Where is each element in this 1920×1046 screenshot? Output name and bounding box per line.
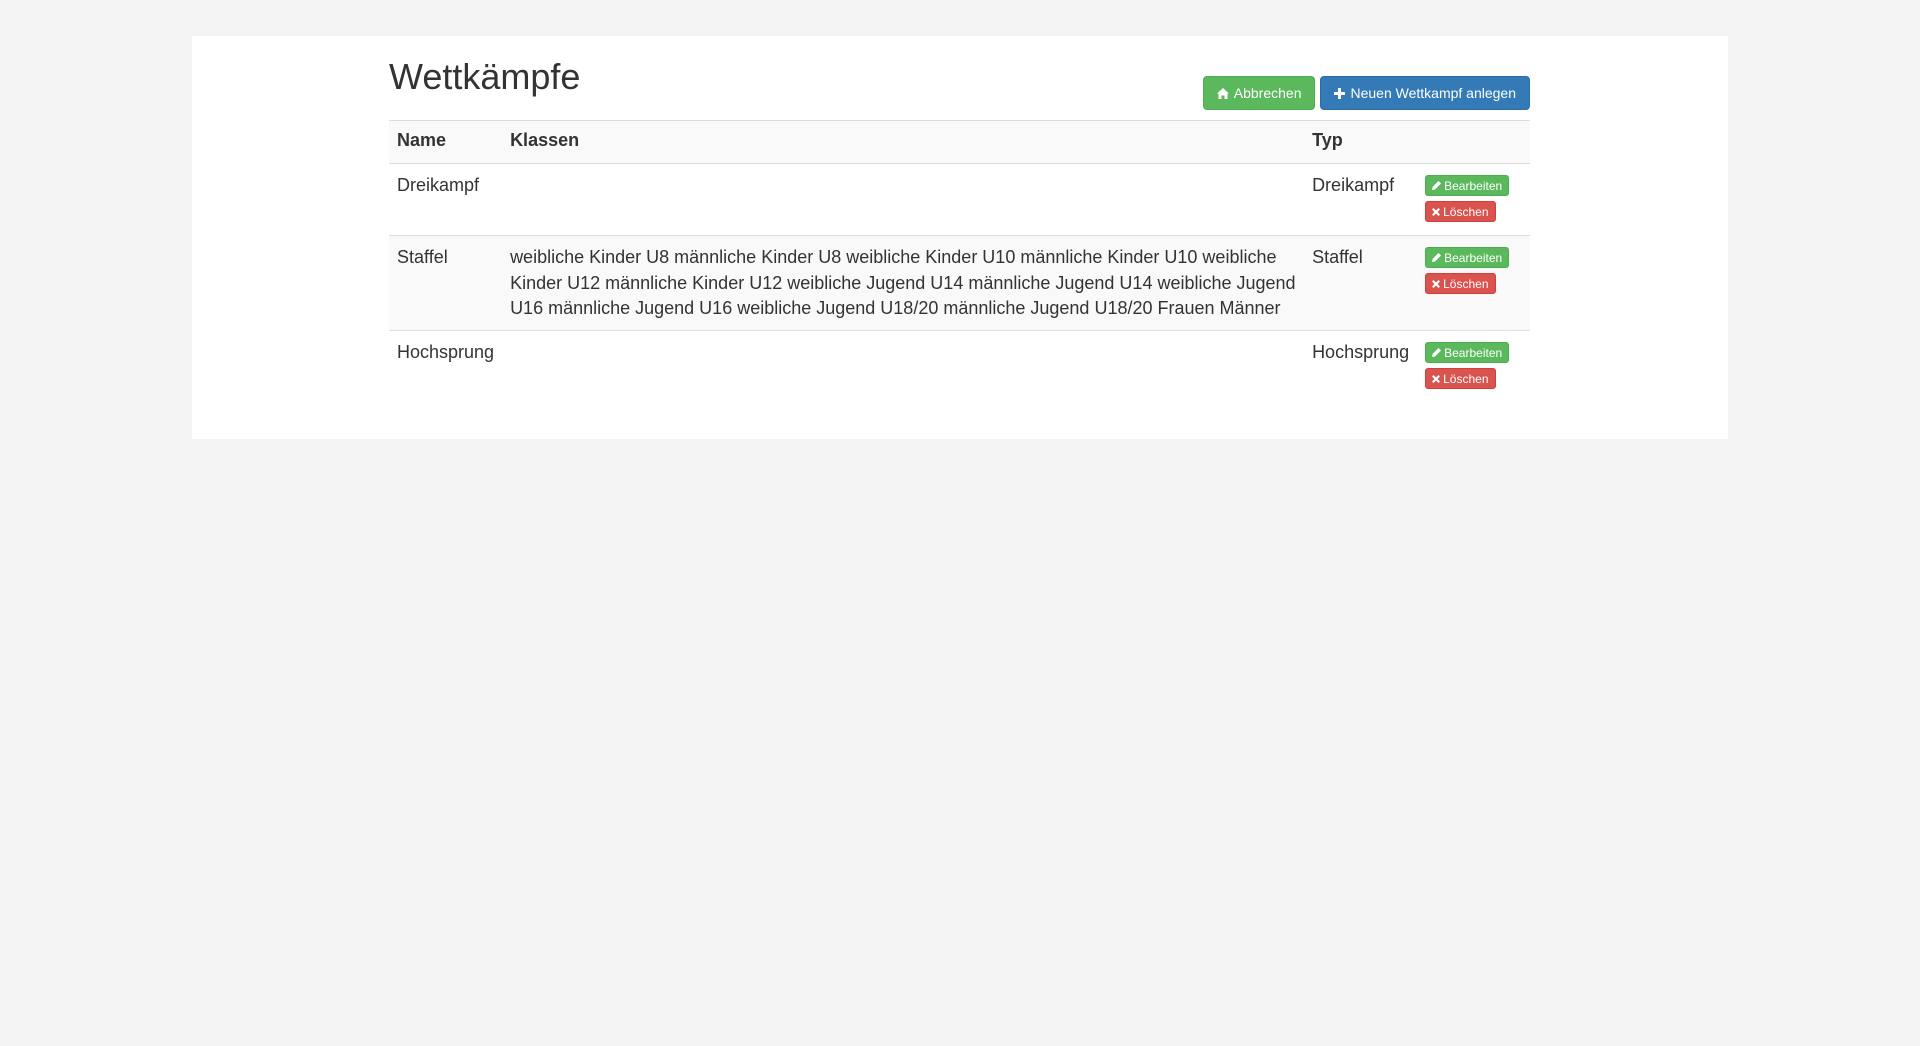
toolbar: Abbrechen Neuen Wettkampf anlegen — [1202, 76, 1530, 110]
delete-button-label: Löschen — [1443, 276, 1489, 291]
close-icon — [1432, 374, 1441, 383]
cell-klassen — [502, 330, 1305, 403]
delete-button[interactable]: Löschen — [1425, 368, 1496, 390]
cell-klassen — [502, 164, 1304, 236]
cell-typ: Staffel — [1304, 234, 1418, 331]
pencil-icon — [1432, 253, 1442, 262]
cell-actions: Bearbeiten Löschen — [1417, 164, 1530, 236]
plus-icon — [1334, 87, 1346, 99]
table-header-row: Name Klassen Typ — [389, 120, 1530, 164]
header-name: Name — [389, 120, 503, 164]
pencil-icon — [1432, 181, 1442, 190]
cell-klassen: weibliche Kinder U8 männliche Kinder U8 … — [502, 234, 1305, 331]
edit-button-label: Bearbeiten — [1444, 250, 1503, 265]
header-actions — [1417, 120, 1530, 164]
new-competition-button-label: Neuen Wettkampf anlegen — [1350, 85, 1516, 101]
cell-typ: Hochsprung — [1304, 330, 1418, 403]
cell-name: Hochsprung — [389, 330, 503, 403]
delete-button-label: Löschen — [1443, 204, 1489, 219]
cancel-button-label: Abbrechen — [1233, 85, 1302, 101]
content-panel: Wettkämpfe Abbrechen Neuen Wettkampf anl… — [192, 36, 1728, 439]
cell-name: Staffel — [389, 234, 503, 331]
page-title: Wettkämpfe — [389, 56, 581, 97]
delete-button[interactable]: Löschen — [1425, 273, 1496, 294]
table-row: Staffel weibliche Kinder U8 männliche Ki… — [389, 234, 1530, 331]
header-typ: Typ — [1304, 120, 1418, 164]
cancel-button[interactable]: Abbrechen — [1202, 76, 1316, 110]
edit-button-label: Bearbeiten — [1444, 178, 1503, 193]
close-icon — [1432, 279, 1441, 288]
edit-button-label: Bearbeiten — [1444, 345, 1503, 360]
table-row: Dreikampf Dreikampf Bearbeiten Löschen — [389, 164, 1530, 236]
cell-actions: Bearbeiten Löschen — [1417, 330, 1530, 403]
new-competition-button[interactable]: Neuen Wettkampf anlegen — [1320, 76, 1530, 110]
cell-actions: Bearbeiten Löschen — [1417, 234, 1530, 331]
edit-button[interactable]: Bearbeiten — [1425, 247, 1510, 268]
pencil-icon — [1432, 348, 1442, 358]
cell-name: Dreikampf — [397, 175, 480, 195]
edit-button[interactable]: Bearbeiten — [1425, 175, 1510, 196]
header-klassen: Klassen — [502, 120, 1305, 164]
delete-button[interactable]: Löschen — [1425, 201, 1496, 222]
competitions-table: Name Klassen Typ Dreikampf Dreikampf Bea… — [389, 120, 1530, 403]
cell-typ: Dreikampf — [1312, 175, 1395, 195]
close-icon — [1432, 207, 1441, 216]
delete-button-label: Löschen — [1443, 371, 1489, 386]
table-row: Hochsprung Hochsprung Bearbeiten Löschen — [389, 330, 1530, 403]
home-icon — [1216, 87, 1229, 99]
edit-button[interactable]: Bearbeiten — [1425, 342, 1510, 364]
